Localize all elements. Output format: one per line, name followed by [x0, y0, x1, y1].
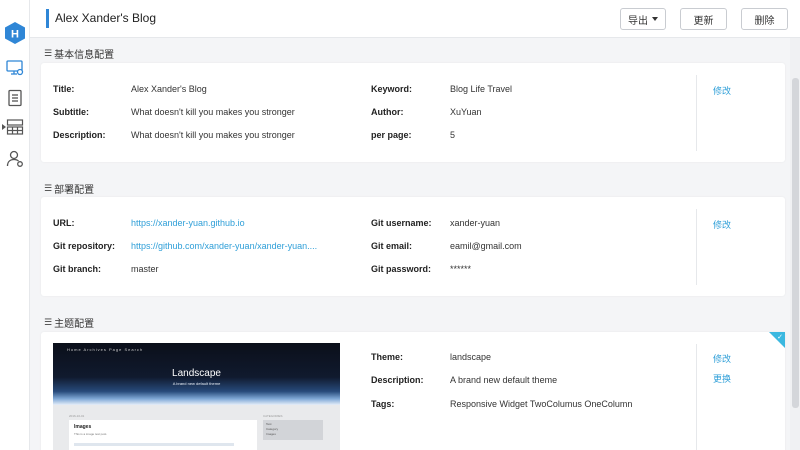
- author-label: Author:: [371, 107, 404, 117]
- edit-theme-link[interactable]: 修改: [713, 352, 731, 365]
- perpage-label: per page:: [371, 130, 412, 140]
- subtitle-label: Subtitle:: [53, 107, 89, 117]
- hexo-logo-icon[interactable]: H: [5, 22, 25, 44]
- preview-hero: Home Archives Page Search Landscape A br…: [53, 343, 340, 405]
- perpage-value: 5: [450, 130, 456, 140]
- theme-preview-image[interactable]: Home Archives Page Search Landscape A br…: [53, 343, 340, 450]
- scrollbar[interactable]: [790, 38, 800, 450]
- url-label: URL:: [53, 218, 75, 228]
- section-label-deploy: 部署配置: [54, 185, 95, 196]
- preview-side-item: Test: [266, 422, 272, 426]
- url-value-link[interactable]: https://xander-yuan.github.io: [131, 218, 351, 228]
- card-divider: [696, 344, 697, 450]
- tags-value: Responsive Widget TwoColumus OneColumn: [450, 399, 633, 409]
- edit-basic-link[interactable]: 修改: [713, 84, 731, 97]
- preview-date: 2016-10-01: [69, 414, 85, 418]
- preview-sidebar: Test Category Images: [263, 420, 323, 440]
- theme-description-value: A brand new default theme: [450, 375, 558, 385]
- document-list-icon[interactable]: [6, 89, 24, 107]
- section-title-deploy: ☰ 部署配置: [44, 181, 94, 196]
- preview-post: Images This is a image test post.: [69, 420, 257, 450]
- preview-post-bar: [74, 443, 234, 446]
- git-username-label: Git username:: [371, 218, 432, 228]
- repo-label: Git repository:: [53, 241, 116, 251]
- preview-nav: Home Archives Page Search: [67, 347, 144, 352]
- page-title: Alex Xander's Blog: [55, 11, 157, 25]
- change-theme-link[interactable]: 更换: [713, 372, 731, 385]
- git-password-value: ******: [450, 264, 472, 274]
- delete-button[interactable]: 删除: [741, 8, 788, 30]
- preview-post-title: Images: [74, 424, 92, 430]
- section-label-basic: 基本信息配置: [54, 50, 115, 61]
- list-icon: ☰: [44, 48, 53, 58]
- export-label: 导出: [628, 15, 648, 27]
- title-value: Alex Xander's Blog: [131, 84, 207, 94]
- keyword-value: Blog Life Travel: [450, 84, 513, 94]
- sidebar: H: [0, 0, 30, 450]
- title-label: Title:: [53, 84, 75, 94]
- preview-post-text: This is a image test post.: [74, 432, 108, 436]
- list-icon: ☰: [44, 317, 53, 327]
- git-username-value: xander-yuan: [450, 218, 501, 228]
- monitor-settings-icon[interactable]: [6, 59, 24, 77]
- deploy-card: URL: https://xander-yuan.github.io Git r…: [41, 197, 785, 296]
- preview-title: Landscape: [172, 368, 221, 379]
- export-dropdown-button[interactable]: 导出: [620, 8, 666, 30]
- author-value: XuYuan: [450, 107, 482, 117]
- preview-subtitle: A brand new default theme: [172, 381, 221, 386]
- logo-letter: H: [11, 29, 19, 41]
- section-title-basic: ☰ 基本信息配置: [44, 46, 114, 61]
- title-accent-bar: [46, 9, 49, 28]
- keyword-label: Keyword:: [371, 84, 413, 94]
- repo-value-link[interactable]: https://github.com/xander-yuan/xander-yu…: [131, 241, 341, 251]
- caret-down-icon: [652, 17, 658, 21]
- branch-label: Git branch:: [53, 264, 102, 274]
- check-icon: ✓: [777, 334, 783, 341]
- user-settings-icon[interactable]: [6, 150, 24, 168]
- list-icon: ☰: [44, 183, 53, 193]
- theme-value: landscape: [450, 352, 492, 362]
- header: Alex Xander's Blog 导出 更新 删除: [30, 0, 800, 38]
- branch-value: master: [131, 264, 159, 274]
- theme-label: Theme:: [371, 352, 404, 362]
- preview-body: 2016-10-01 Images This is a image test p…: [53, 405, 340, 450]
- basic-info-card: Title: Alex Xander's Blog Subtitle: What…: [41, 63, 785, 162]
- preview-side-item: Category: [266, 427, 279, 431]
- refresh-button[interactable]: 更新: [680, 8, 727, 30]
- git-email-label: Git email:: [371, 241, 413, 251]
- preview-side-label: CATEGORIES: [263, 414, 283, 418]
- tags-label: Tags:: [371, 399, 395, 409]
- scrollbar-thumb[interactable]: [792, 78, 799, 408]
- section-title-theme: ☰ 主题配置: [44, 315, 94, 330]
- description-label: Description:: [53, 130, 106, 140]
- theme-description-label: Description:: [371, 375, 424, 385]
- edit-deploy-link[interactable]: 修改: [713, 218, 731, 231]
- section-label-theme: 主题配置: [54, 319, 95, 330]
- git-password-label: Git password:: [371, 264, 432, 274]
- table-grid-icon[interactable]: [6, 118, 24, 136]
- git-email-value: eamil@gmail.com: [450, 241, 522, 251]
- theme-card: ✓ Home Archives Page Search Landscape A …: [41, 332, 785, 450]
- subtitle-value: What doesn't kill you makes you stronger: [131, 107, 295, 117]
- preview-side-item: Images: [266, 432, 276, 436]
- card-divider: [696, 209, 697, 285]
- card-divider: [696, 75, 697, 151]
- description-value: What doesn't kill you makes you stronger: [131, 130, 295, 140]
